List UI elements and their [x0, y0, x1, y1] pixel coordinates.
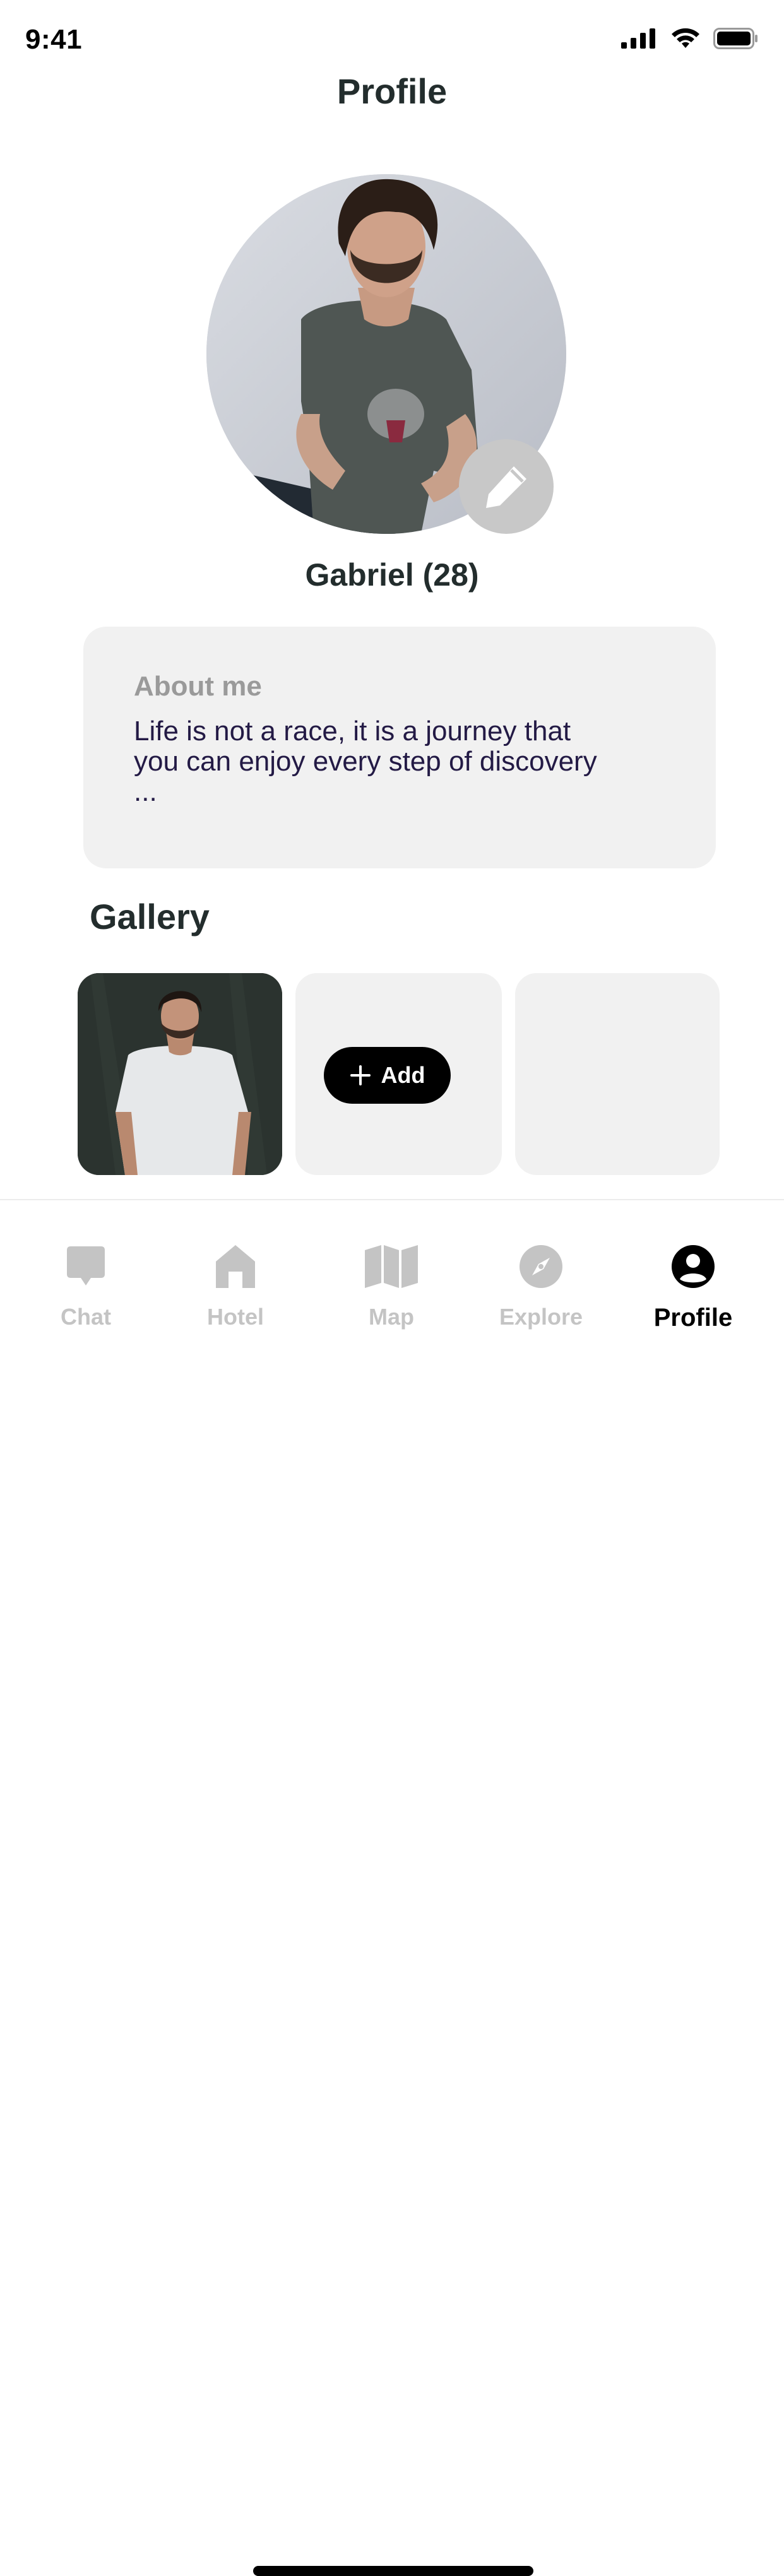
about-title: About me: [134, 671, 262, 702]
tab-map[interactable]: Map: [328, 1238, 454, 1330]
tab-hotel-label: Hotel: [207, 1304, 264, 1330]
status-icons: [621, 28, 759, 49]
tab-explore-label: Explore: [499, 1304, 583, 1330]
home-indicator: [253, 2566, 533, 2576]
gallery-photo-1[interactable]: [78, 973, 282, 1175]
add-photo-label: Add: [381, 1062, 425, 1088]
status-bar: 9:41: [0, 0, 784, 76]
tab-chat-label: Chat: [61, 1304, 111, 1330]
plus-icon: [350, 1065, 371, 1085]
compass-icon: [520, 1245, 562, 1288]
page-title: Profile: [336, 71, 448, 111]
wifi-icon: [672, 28, 699, 48]
profile-icon: [672, 1245, 715, 1288]
about-card: About me Life is not a race, it is a jou…: [83, 627, 716, 868]
gallery-empty-slot[interactable]: [515, 973, 720, 1175]
map-icon: [365, 1245, 418, 1288]
gallery-title: Gallery: [90, 897, 210, 936]
gallery-photo-image: [78, 973, 282, 1175]
tab-map-label: Map: [369, 1304, 414, 1330]
add-photo-button[interactable]: Add: [324, 1047, 451, 1104]
tab-profile[interactable]: Profile: [630, 1238, 756, 1332]
about-text: Life is not a race, it is a journey that…: [134, 716, 597, 807]
pencil-icon: [486, 466, 526, 508]
avatar-container: [206, 174, 566, 534]
tab-explore[interactable]: Explore: [478, 1238, 604, 1330]
edit-avatar-button[interactable]: [459, 439, 554, 534]
tab-profile-label: Profile: [653, 1304, 733, 1332]
tab-hotel[interactable]: Hotel: [172, 1238, 299, 1330]
profile-name: Gabriel (28): [305, 557, 479, 593]
cellular-signal-icon: [621, 28, 655, 49]
battery-icon: [713, 28, 757, 49]
chat-icon: [67, 1246, 105, 1285]
hotel-icon: [216, 1245, 255, 1288]
tab-chat[interactable]: Chat: [23, 1238, 149, 1330]
status-time: 9:41: [25, 24, 83, 55]
tab-bar: Chat Hotel Map Explore Profile: [0, 1199, 784, 2576]
gallery-add-slot: Add: [295, 973, 502, 1175]
